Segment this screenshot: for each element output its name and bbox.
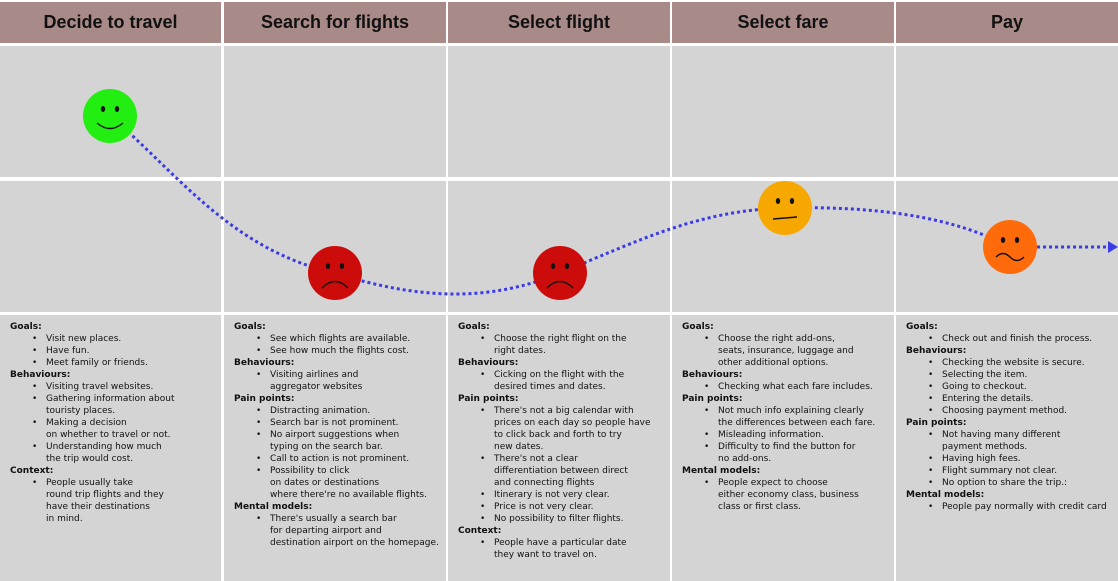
section-label: Context: (458, 526, 502, 536)
list-item: Search bar is not prominent. (256, 417, 442, 429)
section-label: Behaviours: (906, 346, 967, 356)
section-label: Mental models: (906, 490, 985, 500)
list-item: No possibility to filter flights. (480, 513, 666, 525)
list-item: Misleading information. (704, 429, 890, 441)
section-list: Not much info explaining clearly the dif… (682, 405, 890, 465)
section-list: There's usually a search bar for departi… (234, 513, 442, 549)
section-label: Behaviours: (682, 370, 743, 380)
list-item: Check out and finish the process. (928, 333, 1114, 345)
section-list: There's not a big calendar with prices o… (458, 405, 666, 525)
list-item: Checking the website is secure. (928, 357, 1114, 369)
section-list: Checking what each fare includes. (682, 381, 890, 393)
sad-face-icon (533, 246, 587, 300)
list-item: Selecting the item. (928, 369, 1114, 381)
stage-notes: Goals:See which flights are available.Se… (224, 315, 446, 581)
section-list: People usually take round trip flights a… (10, 477, 217, 525)
section-label: Behaviours: (458, 358, 519, 368)
section-label: Behaviours: (234, 358, 295, 368)
list-item: Have fun. (32, 345, 217, 357)
stage-notes: Goals:Check out and finish the process.B… (896, 315, 1118, 581)
section-label: Mental models: (234, 502, 313, 512)
list-item: There's not a big calendar with prices o… (480, 405, 666, 453)
section-label: Goals: (906, 322, 938, 332)
list-item: Understanding how much the trip would co… (32, 441, 217, 465)
section-list: See which flights are available.See how … (234, 333, 442, 357)
list-item: Visit new places. (32, 333, 217, 345)
list-item: Checking what each fare includes. (704, 381, 890, 393)
list-item: No option to share the trip.: (928, 477, 1114, 489)
list-item: Distracting animation. (256, 405, 442, 417)
section-label: Pain points: (234, 394, 295, 404)
list-item: There's not a clear differentiation betw… (480, 453, 666, 489)
emotion-curve-layer (83, 89, 1118, 300)
section-label: Goals: (234, 322, 266, 332)
stage-notes: Goals:Choose the right flight on the rig… (448, 315, 670, 581)
list-item: See how much the flights cost. (256, 345, 442, 357)
list-item: Visiting travel websites. (32, 381, 217, 393)
section-list: People expect to choose either economy c… (682, 477, 890, 513)
arrow-head-icon (1108, 241, 1118, 253)
neutral-face-icon (758, 181, 812, 235)
list-item: Entering the details. (928, 393, 1114, 405)
section-list: Check out and finish the process. (906, 333, 1114, 345)
list-item: Call to action is not prominent. (256, 453, 442, 465)
stage-notes: Goals:Visit new places.Have fun.Meet fam… (0, 315, 221, 581)
list-item: People have a particular date they want … (480, 537, 666, 561)
section-list: Choose the right add-ons, seats, insuran… (682, 333, 890, 369)
list-item: People usually take round trip flights a… (32, 477, 217, 525)
section-list: Choose the right flight on the right dat… (458, 333, 666, 357)
list-item: Flight summary not clear. (928, 465, 1114, 477)
list-item: Choose the right add-ons, seats, insuran… (704, 333, 890, 369)
section-list: Checking the website is secure.Selecting… (906, 357, 1114, 417)
section-list: Cicking on the flight with the desired t… (458, 369, 666, 393)
list-item: There's usually a search bar for departi… (256, 513, 442, 549)
list-item: Having high fees. (928, 453, 1114, 465)
list-item: Price is not very clear. (480, 501, 666, 513)
section-list: Distracting animation.Search bar is not … (234, 405, 442, 501)
sad-face-icon (308, 246, 362, 300)
section-label: Pain points: (458, 394, 519, 404)
list-item: Possibility to click on dates or destina… (256, 465, 442, 501)
stage-notes: Goals:Choose the right add-ons, seats, i… (672, 315, 894, 581)
list-item: Cicking on the flight with the desired t… (480, 369, 666, 393)
list-item: Itinerary is not very clear. (480, 489, 666, 501)
list-item: Difficulty to find the button for no add… (704, 441, 890, 465)
section-list: Not having many different payment method… (906, 429, 1114, 489)
section-list: People have a particular date they want … (458, 537, 666, 561)
list-item: People expect to choose either economy c… (704, 477, 890, 513)
list-item: Choose the right flight on the right dat… (480, 333, 666, 357)
section-label: Mental models: (682, 466, 761, 476)
list-item: Making a decision on whether to travel o… (32, 417, 217, 441)
section-label: Goals: (682, 322, 714, 332)
happy-face-icon (83, 89, 137, 143)
list-item: See which flights are available. (256, 333, 442, 345)
section-list: Visiting airlines and aggregator website… (234, 369, 442, 393)
section-label: Goals: (458, 322, 490, 332)
list-item: No airport suggestions when typing on th… (256, 429, 442, 453)
section-label: Context: (10, 466, 54, 476)
unhappy-face-icon (983, 220, 1037, 274)
emotion-curve (109, 114, 1112, 296)
list-item: Meet family or friends. (32, 357, 217, 369)
list-item: Going to checkout. (928, 381, 1114, 393)
list-item: Visiting airlines and aggregator website… (256, 369, 442, 393)
list-item: Choosing payment method. (928, 405, 1114, 417)
list-item: Gathering information about touristy pla… (32, 393, 217, 417)
section-label: Goals: (10, 322, 42, 332)
section-list: Visiting travel websites.Gathering infor… (10, 381, 217, 465)
section-list: Visit new places.Have fun.Meet family or… (10, 333, 217, 369)
section-list: People pay normally with credit card (906, 501, 1114, 513)
section-label: Pain points: (906, 418, 967, 428)
section-label: Pain points: (682, 394, 743, 404)
list-item: People pay normally with credit card (928, 501, 1114, 513)
list-item: Not much info explaining clearly the dif… (704, 405, 890, 429)
list-item: Not having many different payment method… (928, 429, 1114, 453)
section-label: Behaviours: (10, 370, 71, 380)
